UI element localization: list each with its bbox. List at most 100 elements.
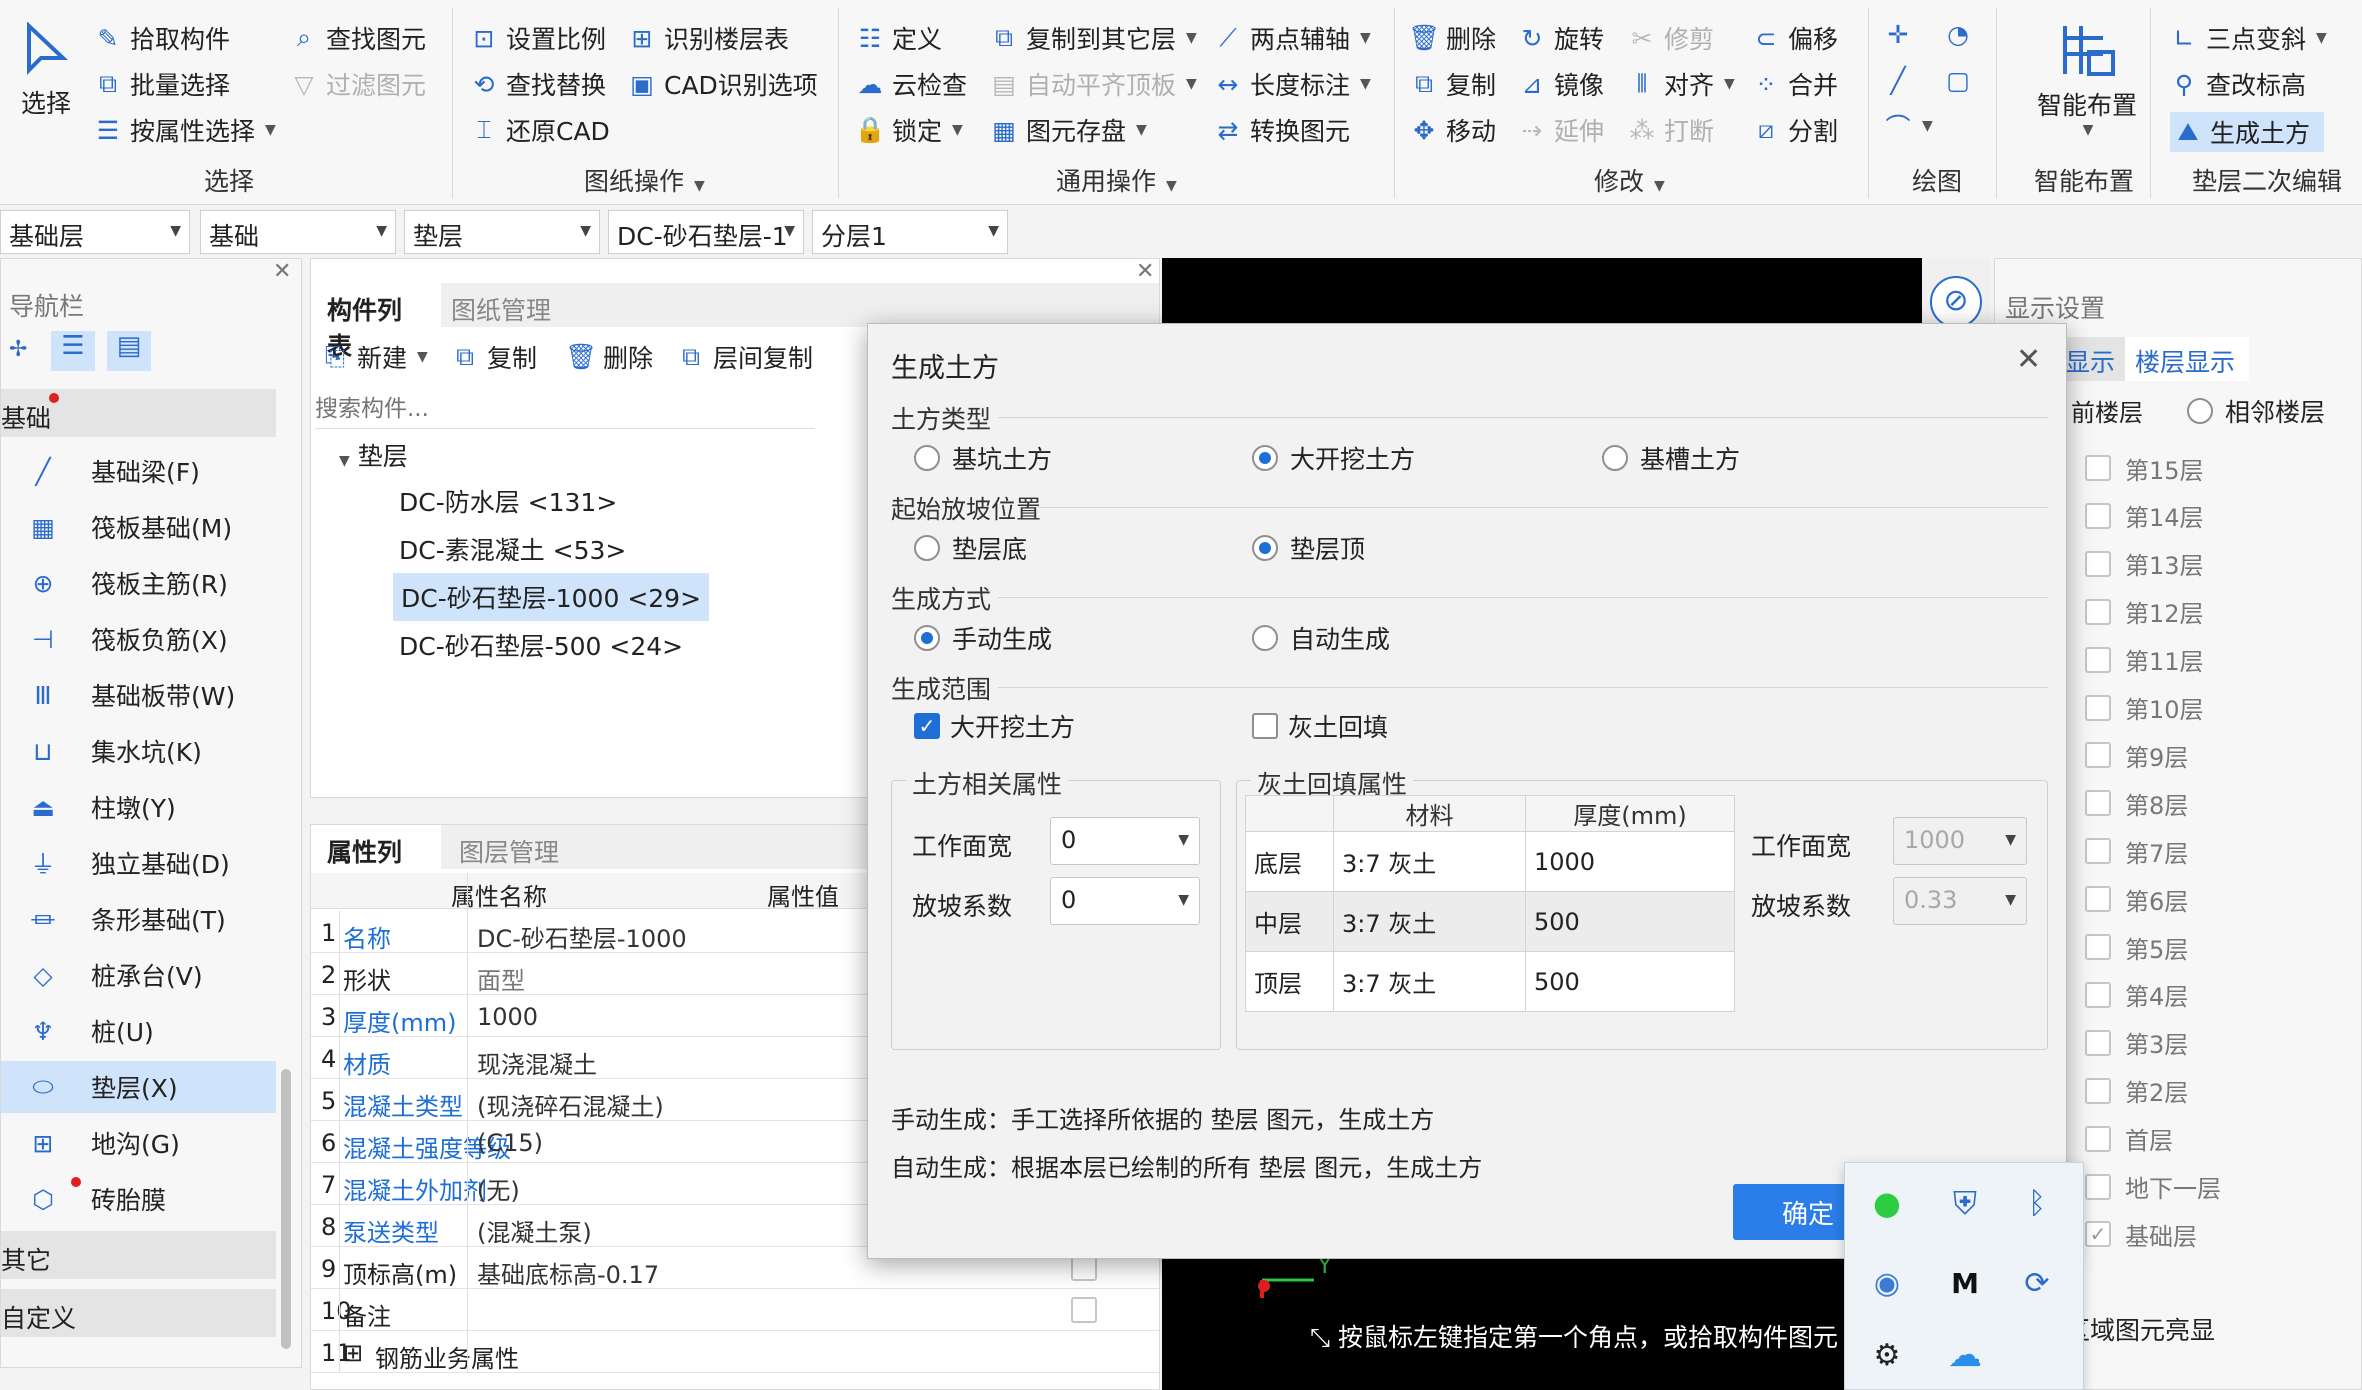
select-by-attr-button[interactable]: ☰ 按属性选择 ▼ [94, 112, 276, 148]
onedrive-cloud-icon[interactable]: ☁ [1945, 1335, 1985, 1375]
bluetooth-icon[interactable]: ᛒ [2017, 1183, 2057, 1223]
close-icon[interactable]: ✕ [273, 259, 291, 284]
layer-material[interactable]: 3:7 灰土 [1333, 831, 1526, 892]
floor-item[interactable]: ✓ 基础层 [2085, 1214, 2197, 1254]
property-row[interactable]: 10 备注 [311, 1289, 1159, 1331]
nav-item-slab-band[interactable]: Ⅲ 基础板带(W) [1, 669, 276, 721]
adjacent-floor-radio[interactable]: 相邻楼层 [2187, 393, 2325, 429]
copy-component-button[interactable]: ⧉ 复制 [451, 339, 537, 375]
tree-item-selected[interactable]: DC-砂石垫层-1000 <29> [393, 573, 710, 621]
property-value[interactable]: (现浇碎石混凝土) [477, 1087, 664, 1122]
split-button[interactable]: ⧄ 分割 [1752, 112, 1838, 148]
nav-item-raft-main-rebar[interactable]: ⊕ 筏板主筋(R) [1, 557, 276, 609]
lock-button[interactable]: 🔒 锁定 ▼ [854, 112, 962, 148]
floor-select[interactable]: 基础层 ▼ [0, 210, 190, 254]
draw-line-button[interactable]: ╱ [1884, 66, 1912, 95]
tree-item[interactable]: DC-素混凝土 <53> [399, 531, 626, 567]
nav-item-strip-footing[interactable]: ⏛ 条形基础(T) [1, 893, 276, 945]
floor-item[interactable]: 第2层 [2085, 1071, 2188, 1111]
settings-sliders-icon[interactable]: ⚙ [1867, 1335, 1907, 1375]
floor-item[interactable]: 第13层 [2085, 544, 2204, 584]
property-value[interactable]: (C15) [477, 1129, 543, 1157]
trim-button[interactable]: ✂ 修剪 [1628, 20, 1715, 56]
work-width-select[interactable]: 0 ▼ [1050, 817, 1200, 865]
property-value[interactable]: 1000 [477, 1003, 538, 1031]
sync-icon[interactable]: ⟳ [2017, 1263, 2057, 1303]
tab-floor-display[interactable]: 楼层显示 [2125, 337, 2249, 381]
identify-floor-table-button[interactable]: ⊞ 识别楼层表 [628, 20, 790, 56]
draw-rect-button[interactable]: ▢ [1944, 66, 1972, 95]
tab-display[interactable]: 显示 [2065, 337, 2125, 381]
layer-thickness[interactable]: 1000 [1525, 831, 1735, 892]
floor-item[interactable]: 第15层 [2085, 448, 2204, 488]
wechat-icon[interactable]: ● [1867, 1183, 1907, 1223]
tab-component-list[interactable]: 构件列表 [311, 283, 441, 361]
category-select[interactable]: 基础 ▼ [200, 210, 396, 254]
detail-view-icon[interactable]: ▤ [107, 331, 151, 371]
app-icon[interactable]: ◉ [1867, 1263, 1907, 1303]
table-row[interactable]: 底层 3:7 灰土 1000 [1245, 831, 1735, 892]
batch-select-button[interactable]: ⧉ 批量选择 [94, 66, 230, 102]
move-button[interactable]: ✥ 移动 [1410, 112, 1497, 148]
cad-options-button[interactable]: ▣ CAD识别选项 [628, 66, 818, 102]
floor-item[interactable]: 第8层 [2085, 783, 2188, 823]
tree-item[interactable]: DC-防水层 <131> [399, 483, 617, 519]
nav-group-foundation[interactable]: 基础 [1, 389, 276, 437]
current-floor-option[interactable]: 前楼层 [2071, 393, 2143, 428]
rotate-button[interactable]: ↻ 旋转 [1518, 20, 1605, 56]
table-row-selected[interactable]: 中层 3:7 灰土 500 [1245, 891, 1735, 952]
convert-element-button[interactable]: ⇄ 转换图元 [1214, 112, 1351, 148]
open-excavation-checkbox[interactable]: ✓ 大开挖土方 [914, 708, 1075, 744]
align-button[interactable]: ⫴ 对齐 ▼ [1628, 66, 1735, 102]
property-row[interactable]: 11 钢筋业务属性 ⊞ [311, 1331, 1159, 1373]
nav-item-pile-cap[interactable]: ◇ 桩承台(V) [1, 949, 276, 1001]
store-element-button[interactable]: ▦ 图元存盘 ▼ [990, 112, 1147, 148]
cloud-check-button[interactable]: ☁ 云检查 [856, 66, 968, 102]
nav-item-trench[interactable]: ⊞ 地沟(G) [1, 1117, 276, 1169]
tree-item[interactable]: DC-砂石垫层-500 <24> [399, 627, 683, 663]
nav-item-brick-mold[interactable]: ⬡ 砖胎膜 [1, 1173, 276, 1225]
close-icon[interactable]: ✕ [1136, 259, 1154, 284]
pin-icon[interactable]: ✢ [9, 337, 27, 362]
copy-button[interactable]: ⧉ 复制 [1410, 66, 1496, 102]
nav-item-foundation-beam[interactable]: ╱ 基础梁(F) [1, 445, 276, 497]
copy-to-floor-button[interactable]: ⧉ 复制到其它层 ▼ [990, 20, 1197, 56]
property-value[interactable]: 基础底标高-0.17 [477, 1255, 659, 1290]
delete-button[interactable]: 🗑 删除 [1408, 20, 1496, 56]
nav-item-sump[interactable]: ⊔ 集水坑(K) [1, 725, 276, 777]
two-point-axis-button[interactable]: ⟋ 两点辅轴 ▼ [1214, 20, 1371, 56]
floor-copy-button[interactable]: ⧉ 层间复制 [677, 339, 813, 375]
nav-item-cushion[interactable]: ⬭ 垫层(X) [1, 1061, 276, 1113]
nav-group-custom[interactable]: 自定义 [1, 1289, 276, 1337]
filter-element-button[interactable]: ▽ 过滤图元 [290, 66, 426, 102]
property-value[interactable]: 面型 [477, 961, 525, 996]
find-element-button[interactable]: ⌕ 查找图元 [290, 20, 426, 56]
floor-item[interactable]: 第4层 [2085, 975, 2188, 1015]
close-icon[interactable]: ✕ [2016, 342, 2041, 377]
merge-button[interactable]: ⁘ 合并 [1752, 66, 1839, 102]
layer-material[interactable]: 3:7 灰土 [1333, 951, 1526, 1012]
floor-item[interactable]: 地下一层 [2085, 1167, 2221, 1207]
slope-coef-select[interactable]: 0 ▼ [1050, 877, 1200, 925]
floor-item[interactable]: 第9层 [2085, 735, 2188, 775]
tab-property-list[interactable]: 属性列表 [311, 825, 441, 903]
lime-backfill-checkbox[interactable]: 灰土回填 [1252, 708, 1388, 744]
pit-earthwork-radio[interactable]: 基坑土方 [914, 440, 1052, 476]
nav-item-pile[interactable]: ♆ 桩(U) [1, 1005, 276, 1057]
floor-item[interactable]: 第14层 [2085, 496, 2204, 536]
generate-earthwork-button[interactable]: ⛰ 生成土方 [2170, 112, 2325, 152]
find-replace-button[interactable]: ⟲ 查找替换 [470, 66, 607, 102]
tree-root-cushion[interactable]: ▼ 垫层 [339, 437, 408, 473]
imi-icon[interactable]: M [1945, 1263, 1985, 1303]
layer-thickness[interactable]: 500 [1525, 891, 1735, 952]
sublayer-select[interactable]: 分层1 ▼ [812, 210, 1008, 254]
set-scale-button[interactable]: ⊡ 设置比例 [470, 20, 607, 56]
break-button[interactable]: ⁂ 打断 [1628, 112, 1715, 148]
delete-component-button[interactable]: 🗑 删除 [565, 339, 653, 375]
floor-item[interactable]: 第10层 [2085, 688, 2204, 728]
property-value[interactable]: (混凝土泵) [477, 1213, 592, 1248]
view-cube-icon[interactable]: ⊘ [1930, 276, 1982, 328]
table-row[interactable]: 顶层 3:7 灰土 500 [1245, 951, 1735, 1012]
layer-thickness[interactable]: 500 [1525, 951, 1735, 1012]
property-value[interactable]: 现浇混凝土 [477, 1045, 597, 1080]
